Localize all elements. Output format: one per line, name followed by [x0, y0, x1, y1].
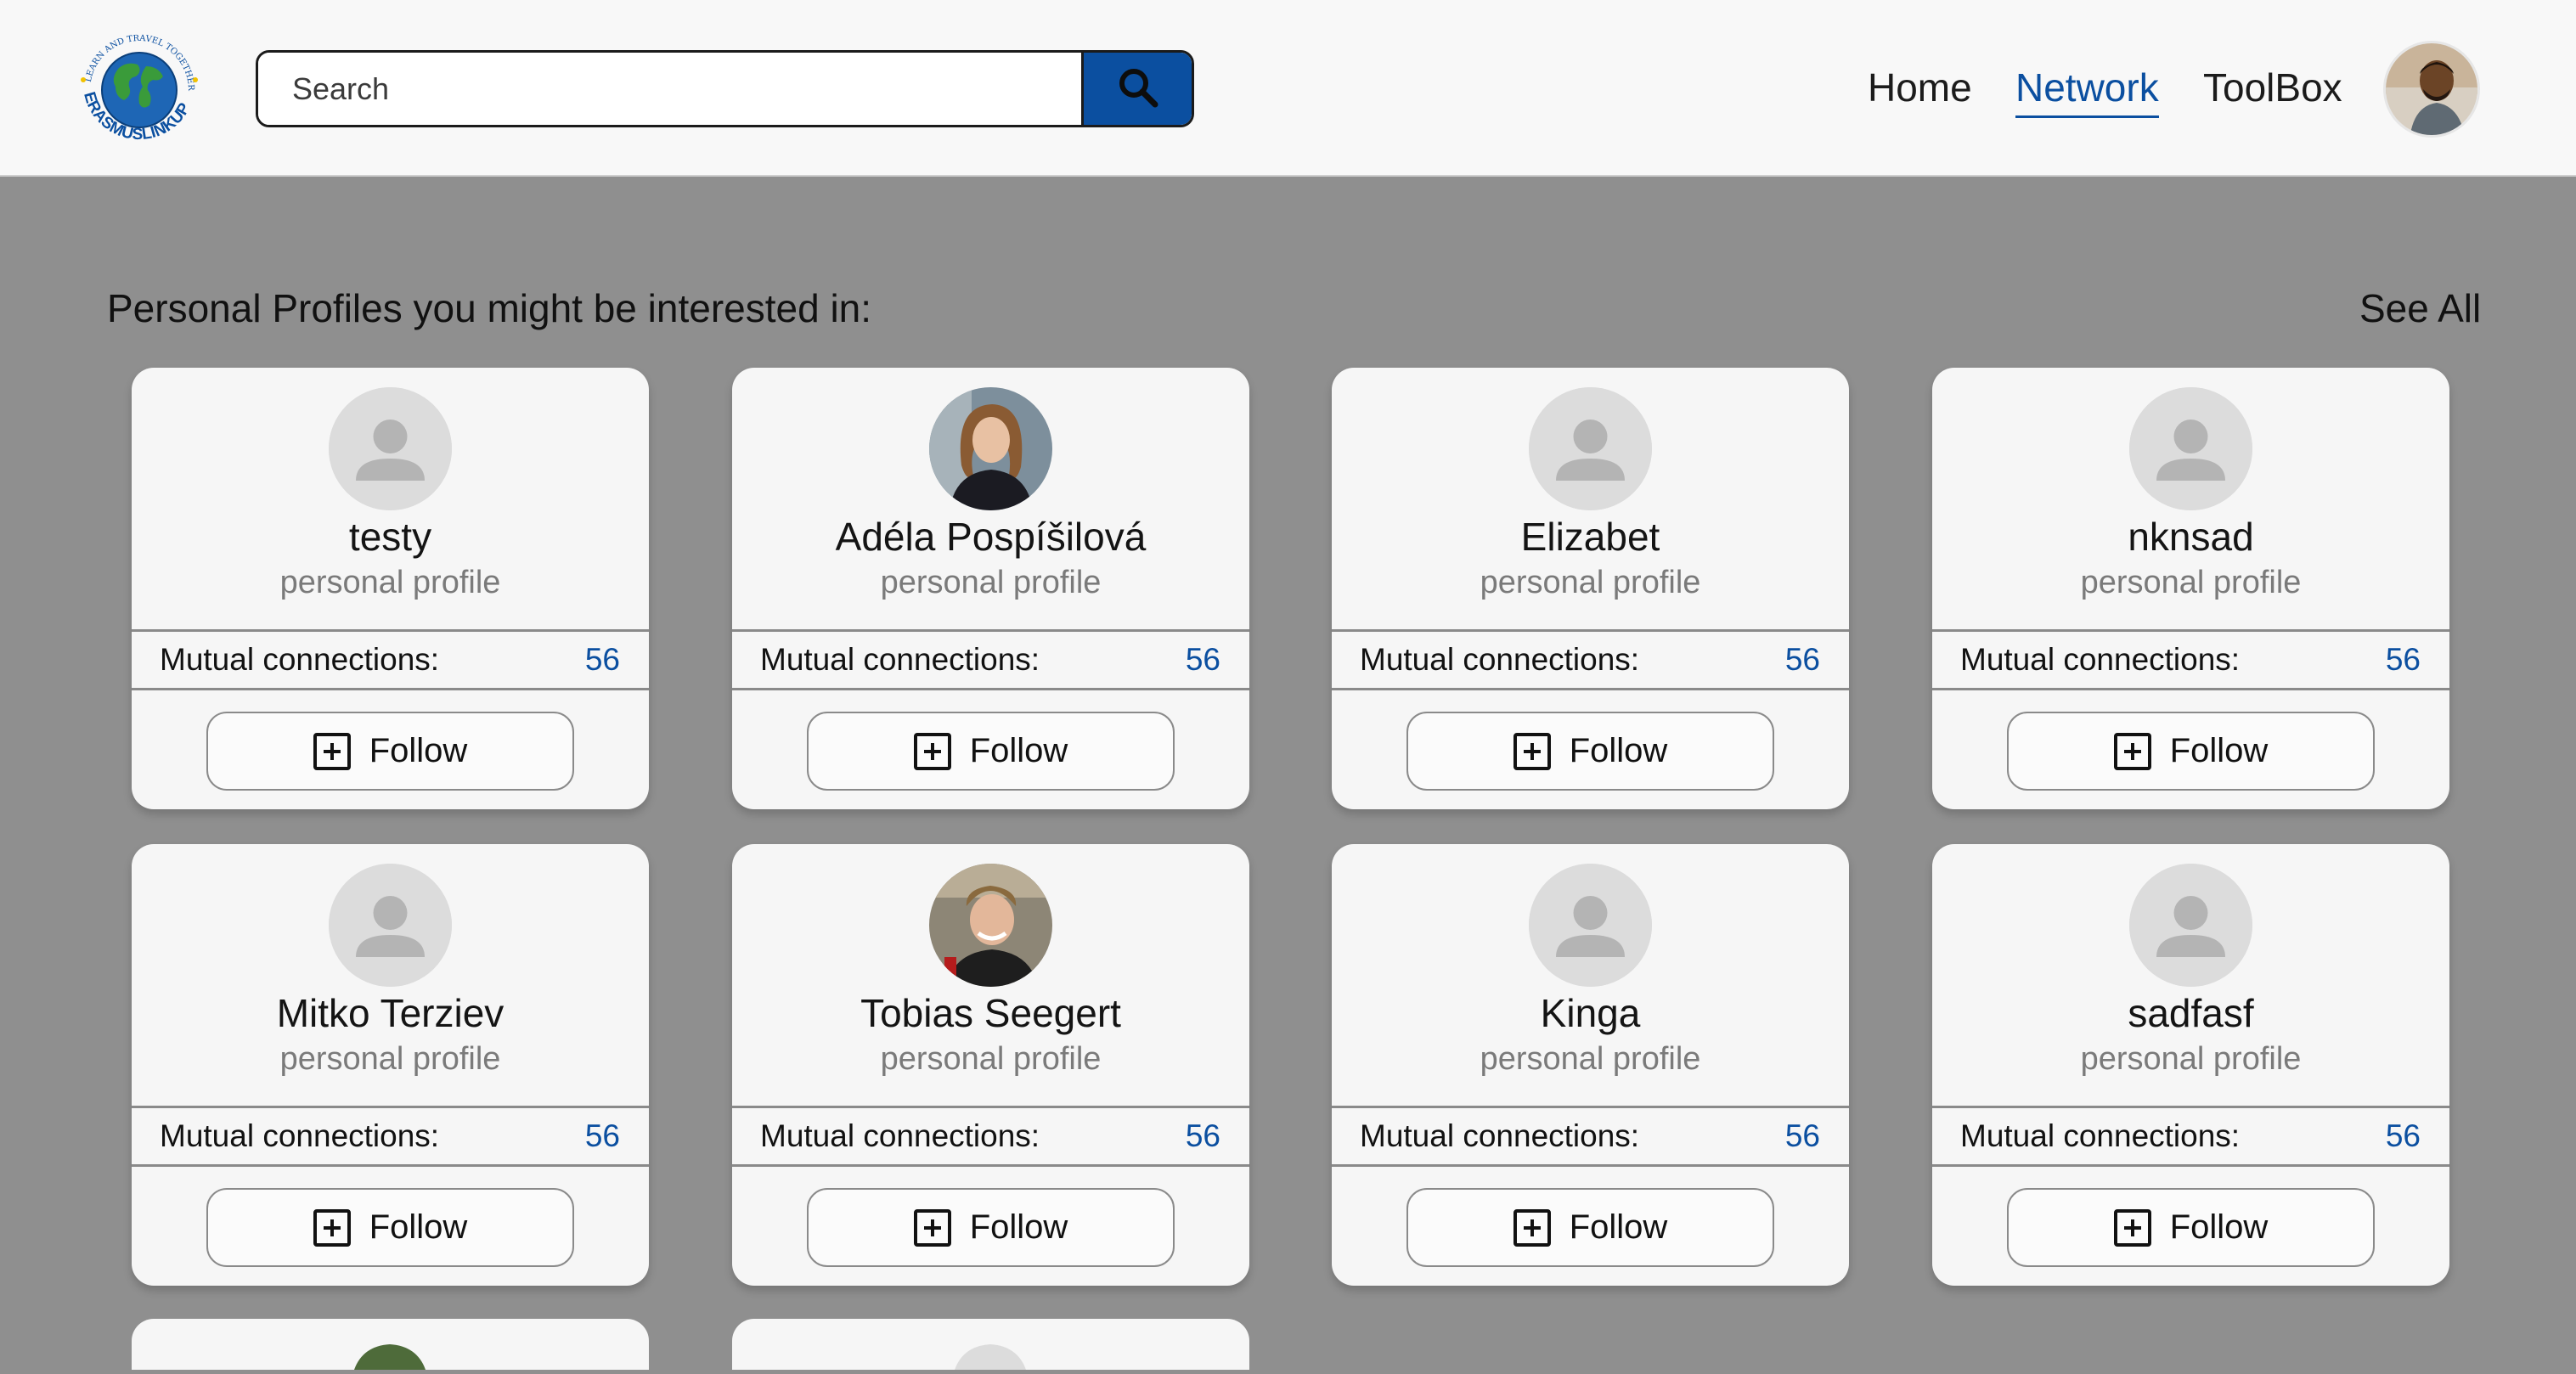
mutual-connections-count: 56 [2385, 1118, 2421, 1153]
default-avatar-icon [2129, 864, 2252, 987]
default-avatar-icon [1529, 864, 1652, 987]
profile-photo [354, 1344, 426, 1370]
mutual-connections-label: Mutual connections: [160, 642, 440, 677]
mutual-connections-row: Mutual connections: 56 [1932, 629, 2449, 690]
follow-button[interactable]: Follow [1406, 1188, 1774, 1267]
mutual-connections-row: Mutual connections: 56 [1932, 1106, 2449, 1167]
see-all-link[interactable]: See All [2359, 285, 2481, 331]
profile-name[interactable]: Tobias Seegert [732, 990, 1249, 1036]
follow-button[interactable]: Follow [807, 712, 1175, 791]
user-avatar[interactable] [2383, 41, 2480, 138]
default-avatar-icon [329, 864, 452, 987]
profile-type: personal profile [2080, 1041, 2302, 1077]
profile-name[interactable]: Mitko Terziev [132, 990, 649, 1036]
profile-name[interactable]: Kinga [1332, 990, 1849, 1036]
follow-label: Follow [369, 732, 468, 769]
mutual-connections-label: Mutual connections: [1960, 1118, 2241, 1153]
search-bar [256, 50, 1194, 127]
mutual-connections-label: Mutual connections: [1360, 1118, 1640, 1153]
mutual-connections-row: Mutual connections: 56 [1332, 1106, 1849, 1167]
search-input[interactable] [258, 53, 1081, 125]
plus-square-icon [313, 732, 351, 770]
profile-photo [929, 864, 1052, 987]
profile-card: Elizabet personal profile Mutual connect… [1332, 368, 1849, 809]
profile-type: personal profile [880, 1041, 1102, 1077]
profile-card: nknsad personal profile Mutual connectio… [1932, 368, 2449, 809]
profile-name[interactable]: testy [132, 514, 649, 560]
profile-card: sadfasf personal profile Mutual connecti… [1932, 844, 2449, 1286]
mutual-connections-count: 56 [1784, 1118, 1820, 1153]
profile-card: Adéla Pospíšilová personal profile Mutua… [732, 368, 1249, 809]
profile-card: Kinga personal profile Mutual connection… [1332, 844, 1849, 1286]
nav-toolbox[interactable]: ToolBox [2203, 59, 2342, 115]
mutual-connections-count: 56 [1784, 642, 1820, 677]
follow-button[interactable]: Follow [206, 712, 574, 791]
follow-button[interactable]: Follow [2007, 712, 2375, 791]
plus-square-icon [913, 732, 951, 770]
profile-photo [929, 387, 1052, 510]
mutual-connections-label: Mutual connections: [1360, 642, 1640, 677]
profile-card-partial [732, 1319, 1249, 1370]
default-avatar-icon [955, 1344, 1026, 1370]
mutual-connections-count: 56 [1185, 642, 1220, 677]
follow-label: Follow [1569, 732, 1668, 769]
nav-network[interactable]: Network [2015, 59, 2159, 118]
mutual-connections-row: Mutual connections: 56 [732, 1106, 1249, 1167]
profile-type: personal profile [880, 565, 1102, 600]
mutual-connections-row: Mutual connections: 56 [132, 629, 649, 690]
mutual-connections-row: Mutual connections: 56 [732, 629, 1249, 690]
profile-type: personal profile [2080, 565, 2302, 600]
profile-name[interactable]: sadfasf [1932, 990, 2449, 1036]
follow-button[interactable]: Follow [2007, 1188, 2375, 1267]
profile-card: Mitko Terziev personal profile Mutual co… [132, 844, 649, 1286]
default-avatar-icon [2129, 387, 2252, 510]
follow-label: Follow [2169, 732, 2269, 769]
nav-home[interactable]: Home [1868, 59, 1972, 115]
follow-label: Follow [969, 732, 1068, 769]
mutual-connections-label: Mutual connections: [760, 1118, 1040, 1153]
follow-button[interactable]: Follow [206, 1188, 574, 1267]
mutual-connections-row: Mutual connections: 56 [132, 1106, 649, 1167]
plus-square-icon [2113, 732, 2151, 770]
profile-type: personal profile [1480, 565, 1701, 600]
plus-square-icon [1513, 1208, 1551, 1247]
follow-label: Follow [369, 1208, 468, 1246]
erasmuslinkup-logo[interactable]: LEARN AND TRAVEL TOGETHER ERASMUSLINKUP [71, 24, 207, 151]
top-navbar: LEARN AND TRAVEL TOGETHER ERASMUSLINKUP … [0, 0, 2576, 177]
profile-name[interactable]: nknsad [1932, 514, 2449, 560]
profile-name[interactable]: Adéla Pospíšilová [732, 514, 1249, 560]
profile-type: personal profile [1480, 1041, 1701, 1077]
plus-square-icon [1513, 732, 1551, 770]
profile-type: personal profile [279, 565, 501, 600]
mutual-connections-label: Mutual connections: [1960, 642, 2241, 677]
plus-square-icon [2113, 1208, 2151, 1247]
follow-label: Follow [1569, 1208, 1668, 1246]
mutual-connections-row: Mutual connections: 56 [1332, 629, 1849, 690]
section-title: Personal Profiles you might be intereste… [107, 286, 872, 330]
follow-label: Follow [969, 1208, 1068, 1246]
plus-square-icon [313, 1208, 351, 1247]
mutual-connections-count: 56 [1185, 1118, 1220, 1153]
plus-square-icon [913, 1208, 951, 1247]
follow-button[interactable]: Follow [1406, 712, 1774, 791]
mutual-connections-count: 56 [584, 1118, 620, 1153]
profile-card: Tobias Seegert personal profile Mutual c… [732, 844, 1249, 1286]
default-avatar-icon [329, 387, 452, 510]
mutual-connections-label: Mutual connections: [760, 642, 1040, 677]
profile-name[interactable]: Elizabet [1332, 514, 1849, 560]
mutual-connections-label: Mutual connections: [160, 1118, 440, 1153]
search-button[interactable] [1081, 53, 1192, 125]
mutual-connections-count: 56 [584, 642, 620, 677]
follow-label: Follow [2169, 1208, 2269, 1246]
default-avatar-icon [1529, 387, 1652, 510]
profile-card-partial [132, 1319, 649, 1370]
search-icon [1116, 65, 1160, 112]
profile-type: personal profile [279, 1041, 501, 1077]
profile-card: testy personal profile Mutual connection… [132, 368, 649, 809]
follow-button[interactable]: Follow [807, 1188, 1175, 1267]
mutual-connections-count: 56 [2385, 642, 2421, 677]
